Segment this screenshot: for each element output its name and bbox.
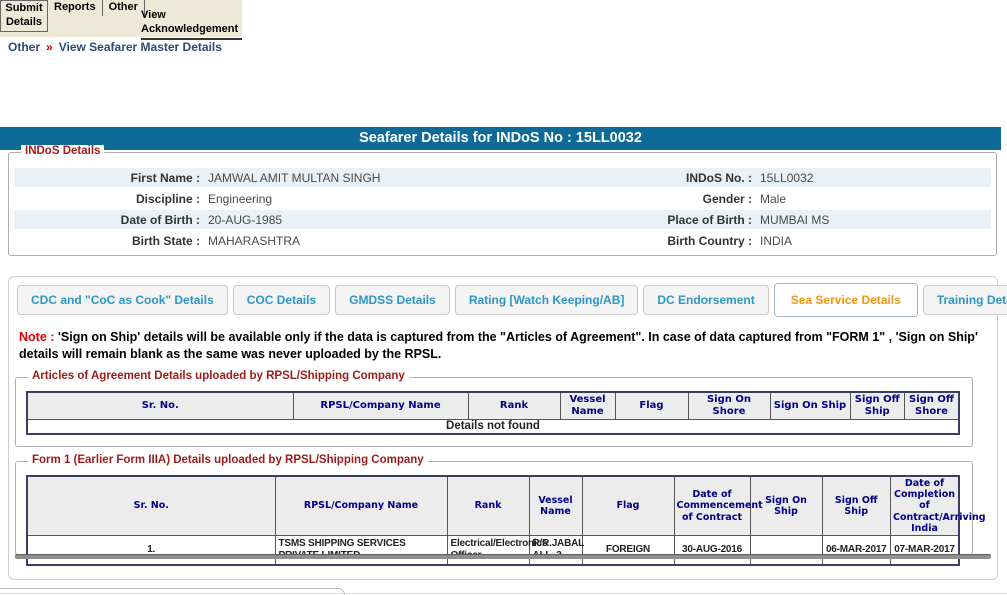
tab[interactable]: DC Endorsement bbox=[643, 285, 769, 315]
cell-rpsl-company-name: TSMS SHIPPING SERVICES PRIVATE LIMITED bbox=[274, 535, 448, 566]
column-header: RPSL/Company Name bbox=[292, 391, 469, 420]
details-not-found-message: Details not found bbox=[26, 418, 960, 435]
column-header: Sign Off Shore bbox=[904, 391, 960, 420]
breadcrumb-parent[interactable]: Other bbox=[8, 40, 40, 54]
tab[interactable]: GMDSS Details bbox=[335, 285, 450, 315]
tab-panel: CDC and "CoC as Cook" Details COC Details… bbox=[8, 276, 1007, 580]
field-value: Engineering bbox=[208, 191, 273, 206]
page-title: Seafarer Details for INDoS No : 15LL0032 bbox=[0, 127, 1001, 150]
tab[interactable]: Rating [Watch Keeping/AB] bbox=[454, 285, 639, 315]
tab[interactable]: Sea Service Details bbox=[773, 283, 918, 317]
form1-details-fieldset: Form 1 (Earlier Form IIIA) Details uploa… bbox=[15, 454, 986, 567]
menu-item[interactable]: Submit Details bbox=[0, 0, 48, 32]
field-value: MAHARASHTRA bbox=[208, 233, 301, 248]
field-label: Place of Birth : bbox=[667, 212, 752, 227]
column-header: Rank bbox=[446, 475, 530, 537]
horizontal-scrollbar[interactable] bbox=[15, 554, 991, 559]
field-label: Gender : bbox=[702, 191, 752, 206]
fieldset-legend: Articles of Agreement Details uploaded b… bbox=[28, 370, 409, 382]
menu-dropdown-view-acknowledgement[interactable]: View Acknowledgement bbox=[141, 9, 242, 40]
column-header: Sign Off Ship bbox=[821, 475, 891, 537]
indos-row: Discipline : Engineering Gender : Male bbox=[14, 189, 991, 208]
field-value: 15LL0032 bbox=[760, 170, 814, 185]
field-label: First Name : bbox=[130, 170, 200, 185]
cell-date-of-commencement: 30-AUG-2016 bbox=[673, 535, 751, 566]
cell-vessel-name: R/R.JABAL ALI - 3 bbox=[528, 535, 584, 566]
field-label: Birth Country : bbox=[667, 233, 752, 248]
cell-sr-no: 1. bbox=[26, 535, 276, 566]
table-header-row: Sr. No. RPSL/Company Name Rank Vessel Name F… bbox=[26, 475, 986, 537]
indos-details-fieldset: INDoS Details First Name : JAMWAL AMIT M… bbox=[8, 145, 997, 256]
cell-date-of-completion: 07-MAR-2017 bbox=[890, 535, 960, 566]
menu-item[interactable]: Other bbox=[103, 0, 145, 16]
field-value: INDIA bbox=[760, 233, 793, 248]
cell-sign-off-ship: 06-MAR-2017 bbox=[821, 535, 891, 566]
field-value: Male bbox=[760, 191, 787, 206]
cell-sign-on-ship bbox=[749, 535, 823, 566]
note-label: Note : bbox=[19, 330, 55, 344]
note-text: 'Sign on Ship' details will be available… bbox=[19, 330, 978, 361]
field-label: Birth State : bbox=[131, 233, 200, 248]
table-header-row: Sr. No. RPSL/Company Name Rank Vessel Name F… bbox=[26, 391, 960, 420]
breadcrumb-separator: » bbox=[46, 40, 53, 54]
tab[interactable]: COC Details bbox=[232, 285, 331, 315]
indos-rows: First Name : JAMWAL AMIT MULTAN SINGH IN… bbox=[14, 168, 991, 252]
cell-flag: FOREIGN bbox=[581, 535, 675, 566]
column-header: RPSL/Company Name bbox=[274, 475, 448, 537]
empty-row: Details not found bbox=[26, 418, 960, 435]
column-header: Date of Commencement of Contract bbox=[673, 475, 763, 537]
column-header: Sign On Ship bbox=[769, 391, 851, 420]
column-header: Vessel Name bbox=[528, 475, 583, 537]
bottom-divider bbox=[0, 593, 1007, 594]
column-header: Date of Completion of Contract/Arriving … bbox=[890, 475, 986, 537]
articles-of-agreement-fieldset: Articles of Agreement Details uploaded b… bbox=[15, 370, 973, 447]
column-header: Sign On Shore bbox=[687, 391, 771, 420]
column-header: Flag bbox=[614, 391, 689, 420]
menu-bar: Submit Details Reports Other View Acknowle… bbox=[0, 0, 242, 40]
articles-table: Sr. No. RPSL/Company Name Rank Vessel Name F… bbox=[26, 391, 960, 436]
table-row: 1. TSMS SHIPPING SERVICES PRIVATE LIMITE… bbox=[26, 535, 960, 566]
breadcrumb: Other » View Seafarer Master Details bbox=[8, 40, 222, 54]
indos-row: First Name : JAMWAL AMIT MULTAN SINGH IN… bbox=[14, 168, 991, 187]
column-header: Vessel Name bbox=[559, 391, 616, 420]
menu-item[interactable]: Reports bbox=[48, 0, 103, 16]
breadcrumb-current: View Seafarer Master Details bbox=[58, 40, 222, 54]
field-value: JAMWAL AMIT MULTAN SINGH bbox=[208, 170, 381, 185]
column-header: Sign Off Ship bbox=[849, 391, 905, 420]
note: Note : 'Sign on Ship' details will be av… bbox=[19, 329, 987, 363]
fieldset-legend: INDoS Details bbox=[21, 145, 105, 157]
fieldset-legend: Form 1 (Earlier Form IIIA) Details uploa… bbox=[28, 454, 428, 466]
tab-bar: CDC and "CoC as Cook" Details COC Details… bbox=[17, 283, 1007, 317]
tab[interactable]: CDC and "CoC as Cook" Details bbox=[17, 285, 228, 315]
tab[interactable]: Training Details bbox=[922, 285, 1007, 315]
column-header: Flag bbox=[581, 475, 675, 537]
field-label: Date of Birth : bbox=[120, 212, 200, 227]
column-header: Rank bbox=[467, 391, 561, 420]
field-value: MUMBAI MS bbox=[760, 212, 830, 227]
form1-table: Sr. No. RPSL/Company Name Rank Vessel Name F… bbox=[26, 475, 986, 567]
column-header: Sr. No. bbox=[26, 391, 294, 420]
field-value: 20-AUG-1985 bbox=[208, 212, 283, 227]
column-header: Sr. No. bbox=[26, 475, 276, 537]
field-label: INDoS No. : bbox=[686, 170, 752, 185]
seafarer-details-page: Submit Details Reports Other View Acknowle… bbox=[0, 0, 1007, 595]
indos-row: Birth State : MAHARASHTRA Birth Country … bbox=[14, 231, 991, 250]
indos-row: Date of Birth : 20-AUG-1985 Place of Bir… bbox=[14, 210, 991, 229]
cell-rank: Electrical/Electronics Officer bbox=[446, 535, 547, 566]
field-label: Discipline : bbox=[135, 191, 200, 206]
